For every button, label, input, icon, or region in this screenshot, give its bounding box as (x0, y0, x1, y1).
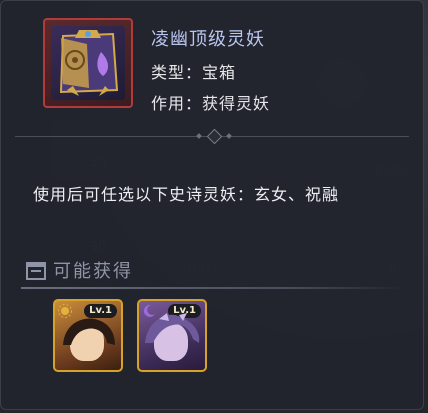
gift-box-icon (25, 260, 47, 280)
hair-art (63, 318, 115, 345)
chest-scroll-art (59, 30, 119, 96)
divider-ornament (206, 128, 223, 145)
section-underline (21, 287, 403, 289)
divider-ornament (196, 133, 202, 139)
reward-hero-xuannv[interactable]: Lv.1 (53, 299, 123, 372)
item-usage: 作用：获得灵妖 (151, 94, 271, 113)
item-description: 使用后可任选以下史诗灵妖：玄女、祝融 (33, 185, 340, 204)
item-icon-frame (43, 18, 133, 108)
divider-ornament (226, 133, 232, 139)
item-type: 类型：宝箱 (151, 63, 237, 82)
item-name: 凌幽顶级灵妖 (151, 29, 265, 50)
possible-rewards-label: 可能获得 (53, 261, 133, 282)
possible-rewards-header: 可能获得 (25, 257, 133, 283)
hair-art (145, 313, 200, 343)
item-tooltip-panel: 凌幽顶级灵妖 类型：宝箱 作用：获得灵妖 使用后可任选以下史诗灵妖：玄女、祝融 … (0, 0, 424, 410)
reward-hero-zhurong[interactable]: Lv.1 (137, 299, 207, 372)
treasure-chest-icon (51, 26, 125, 100)
